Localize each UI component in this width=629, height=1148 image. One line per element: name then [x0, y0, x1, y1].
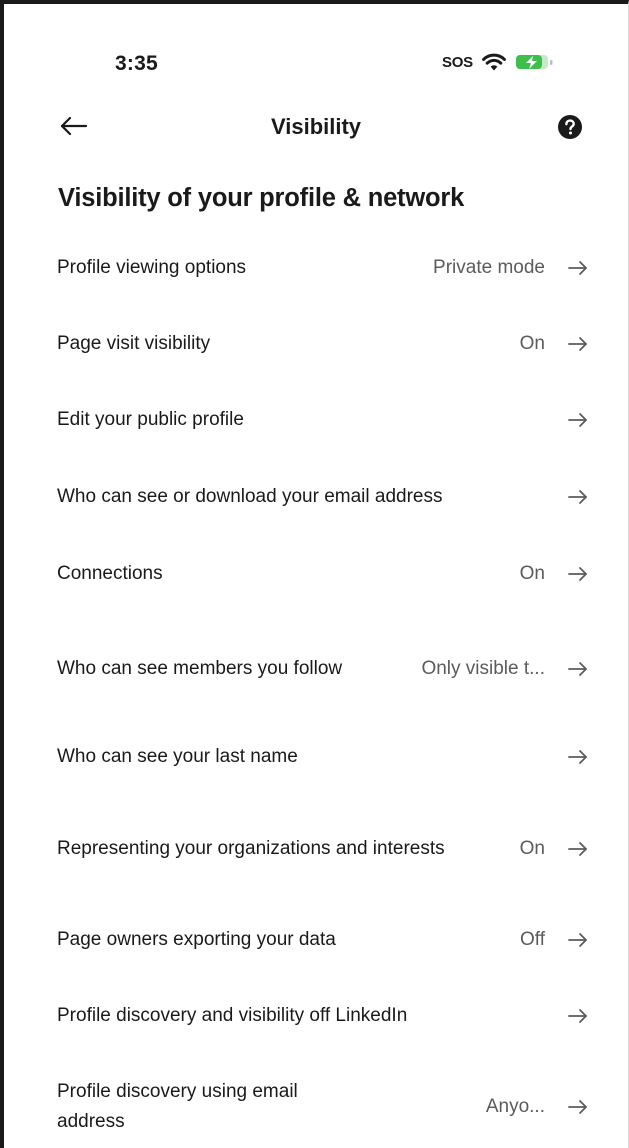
setting-row-email-address-visibility[interactable]: Who can see or download your email addre…: [4, 472, 628, 522]
question-circle-icon[interactable]: [557, 114, 583, 140]
setting-row-representing-organizations[interactable]: Representing your organizations and inte…: [4, 814, 628, 884]
arrow-right-icon: [566, 930, 590, 950]
arrow-right-icon: [566, 747, 590, 767]
setting-label: Profile discovery and visibility off Lin…: [57, 1005, 408, 1026]
setting-row-connections[interactable]: Connections On: [4, 549, 628, 599]
setting-value: Anyo...: [485, 1096, 545, 1117]
arrow-right-icon: [566, 564, 590, 584]
setting-row-page-owners-exporting[interactable]: Page owners exporting your data Off: [4, 915, 628, 965]
setting-label: Who can see your last name: [57, 746, 298, 767]
arrow-right-icon: [566, 258, 590, 278]
arrow-right-icon: [566, 1097, 590, 1117]
status-time: 3:35: [115, 52, 158, 75]
setting-value: On: [519, 333, 545, 354]
battery-charging-icon: [515, 52, 555, 72]
setting-label: Representing your organizations and inte…: [57, 838, 445, 859]
setting-value: On: [519, 838, 545, 859]
setting-value: Off: [520, 929, 545, 950]
setting-label: Who can see or download your email addre…: [57, 486, 443, 507]
setting-row-discovery-off-linkedin[interactable]: Profile discovery and visibility off Lin…: [4, 991, 628, 1041]
phone-screen: 3:35 SOS Visibility Visibility of your p…: [0, 0, 629, 1148]
arrow-right-icon: [566, 839, 590, 859]
nav-header: Visibility: [4, 99, 628, 155]
setting-label: Profile viewing options: [57, 257, 247, 278]
setting-row-members-you-follow[interactable]: Who can see members you follow Only visi…: [4, 634, 628, 704]
setting-value: On: [519, 563, 545, 584]
setting-row-last-name[interactable]: Who can see your last name: [4, 732, 628, 782]
sos-indicator: SOS: [442, 53, 473, 71]
setting-value: Private mode: [433, 257, 545, 278]
arrow-right-icon: [566, 334, 590, 354]
arrow-right-icon: [566, 410, 590, 430]
wifi-icon: [481, 52, 507, 72]
setting-label: Connections: [57, 563, 163, 584]
setting-label: Page owners exporting your data: [57, 929, 336, 950]
setting-label: Profile discovery using email address: [57, 1081, 298, 1132]
setting-label: Page visit visibility: [57, 333, 211, 354]
setting-row-discovery-using-email[interactable]: Profile discovery using email address An…: [4, 1072, 628, 1142]
setting-value: Only visible t...: [421, 658, 545, 679]
arrow-right-icon: [566, 659, 590, 679]
setting-label: Edit your public profile: [57, 409, 244, 430]
arrow-right-icon: [566, 1006, 590, 1026]
setting-row-profile-viewing-options[interactable]: Profile viewing options Private mode: [4, 243, 628, 293]
setting-row-edit-public-profile[interactable]: Edit your public profile: [4, 395, 628, 445]
status-bar: 3:35 SOS: [4, 4, 628, 104]
status-indicators: SOS: [442, 52, 555, 72]
setting-row-page-visit-visibility[interactable]: Page visit visibility On: [4, 319, 628, 369]
arrow-right-icon: [566, 487, 590, 507]
setting-label: Who can see members you follow: [57, 658, 343, 679]
page-title: Visibility: [270, 114, 362, 139]
section-title: Visibility of your profile & network: [58, 184, 465, 212]
